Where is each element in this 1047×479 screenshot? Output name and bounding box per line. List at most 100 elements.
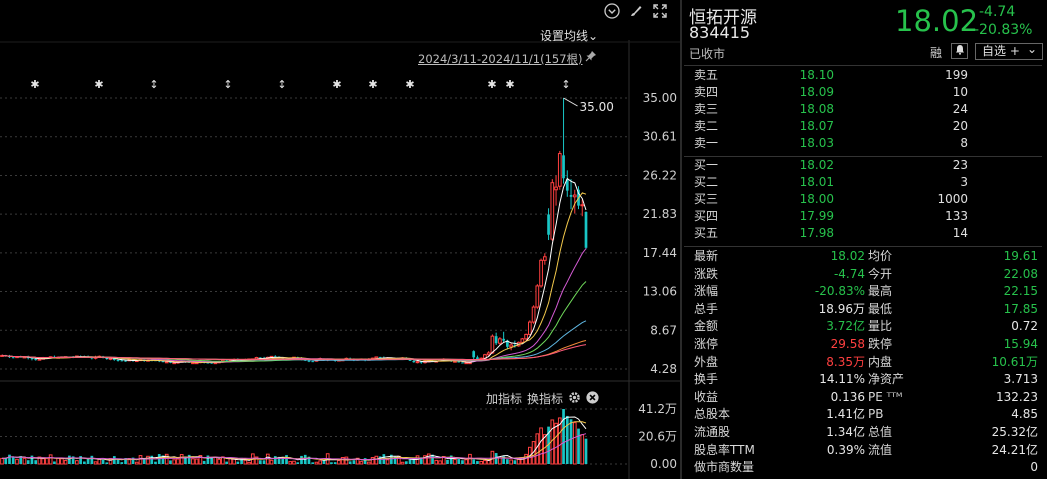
volume-bar <box>236 461 240 464</box>
volume-bar <box>562 409 565 464</box>
price-axis-label: 13.06 <box>643 285 677 299</box>
volume-bar <box>258 460 262 464</box>
volume-bar <box>498 457 502 465</box>
price-axis-label: 26.22 <box>643 168 677 182</box>
volume-bar <box>93 461 98 465</box>
add-indicator-button[interactable]: 加指标 <box>486 390 522 407</box>
volume-bar <box>206 455 210 464</box>
volume-bar <box>146 455 150 465</box>
kline-chart-area[interactable]: 35.00 30.61 26.22 21.83 17.44 13.06 8.67 4.28 41… <box>0 0 680 479</box>
stat-value: 0.39% <box>826 442 865 457</box>
stat-label: 股息率TTM <box>694 442 755 457</box>
ma10-line <box>1 192 587 363</box>
candle-body <box>490 335 495 354</box>
kline-chart[interactable]: 35.00 30.61 26.22 21.83 17.44 13.06 8.67 4.28 41… <box>0 0 680 479</box>
price-axis-label: 30.61 <box>643 130 677 144</box>
ask-row[interactable]: 卖五 18.10 199 <box>682 67 1042 84</box>
event-marker: ✱ <box>30 78 39 91</box>
volume-bar <box>453 458 457 465</box>
volume-bar <box>509 459 513 465</box>
ask-price: 18.09 <box>799 85 834 99</box>
candle-body <box>311 361 315 363</box>
gear-icon[interactable] <box>568 391 581 407</box>
volume-bar <box>476 461 479 464</box>
stat-label: 内盘 <box>868 354 893 369</box>
volume-ma10-line <box>1 421 587 461</box>
volume-bar <box>288 461 293 465</box>
volume-bar <box>539 427 543 465</box>
volume-bar <box>4 457 8 464</box>
event-marker: ✱ <box>94 78 103 91</box>
price-axis-label: 4.28 <box>650 362 677 376</box>
bid-row[interactable]: 买五 17.98 14 <box>682 225 1042 242</box>
volume-bar <box>374 455 379 465</box>
ask-row[interactable]: 卖二 18.07 20 <box>682 118 1042 135</box>
volume-bar <box>554 422 558 465</box>
stat-label: 总股本 <box>694 407 731 422</box>
candle-body <box>164 361 169 364</box>
volume-group <box>0 409 588 465</box>
last-price: 18.02 <box>895 4 979 38</box>
chevron-down-circle-icon[interactable] <box>603 3 621 21</box>
close-circle-icon[interactable] <box>586 391 599 407</box>
ask-row[interactable]: 卖三 18.08 24 <box>682 101 1042 118</box>
price-change-pct: -20.83% <box>974 22 1033 38</box>
volume-bar <box>479 460 484 465</box>
stat-value: 25.32亿 <box>991 425 1038 439</box>
volume-bar <box>337 459 341 465</box>
ma-setting-button[interactable]: 设置均线⌄ <box>540 27 598 44</box>
stat-value: 0.72 <box>1011 319 1038 334</box>
margin-badge: 融 <box>930 46 943 60</box>
stat-value: 3.72亿 <box>826 319 865 334</box>
volume-bar <box>169 460 172 464</box>
stat-value: 132.23 <box>996 389 1038 404</box>
stat-value: 29.58 <box>830 337 865 351</box>
stat-label: 均价 <box>868 249 893 263</box>
ma5-line <box>1 177 587 363</box>
price-axis-label: 17.44 <box>643 246 677 260</box>
bell-icon[interactable] <box>951 43 968 59</box>
candle-body <box>34 359 38 361</box>
brush-icon[interactable] <box>627 3 645 21</box>
pin-icon[interactable] <box>585 50 597 65</box>
date-range-link[interactable]: 2024/3/11-2024/11/1(157根) <box>418 51 583 67</box>
stat-row: 金额 3.72亿 量比 0.72 <box>682 318 1042 335</box>
add-watchlist-button[interactable]: 自选 + ⌄ <box>975 42 1043 60</box>
ask-row[interactable]: 卖四 18.09 10 <box>682 84 1042 101</box>
volume-bar <box>400 461 405 465</box>
bid-price: 18.02 <box>799 158 834 172</box>
bid-row[interactable]: 买三 18.00 1000 <box>682 191 1042 208</box>
volume-bar <box>134 461 139 465</box>
stat-label: 今开 <box>868 266 893 281</box>
stat-value: 22.08 <box>1003 266 1038 281</box>
volume-bar <box>281 458 285 464</box>
bid-row[interactable]: 买一 18.02 23 <box>682 157 1042 174</box>
stat-row: 涨停 29.58 跌停 15.94 <box>682 336 1042 353</box>
volume-bar <box>176 458 180 465</box>
ask-price: 18.08 <box>799 102 834 116</box>
volume-bar <box>333 462 337 464</box>
stat-label: 总手 <box>694 301 719 316</box>
ask-volume: 24 <box>952 102 968 116</box>
bid-volume: 23 <box>952 158 968 172</box>
ask-volume: 20 <box>952 119 968 133</box>
stat-value: 15.94 <box>1003 337 1038 351</box>
stat-value: 8.35万 <box>826 354 865 369</box>
stat-label: 金额 <box>694 319 719 334</box>
switch-indicator-button[interactable]: 换指标 <box>527 390 563 407</box>
bid-row[interactable]: 买二 18.01 3 <box>682 174 1042 191</box>
ask-price: 18.03 <box>799 136 834 150</box>
candle-body <box>116 359 120 361</box>
price-axis-label: 35.00 <box>643 91 677 105</box>
volume-bar <box>584 438 588 464</box>
volume-bar <box>63 459 68 465</box>
bid-row[interactable]: 买四 17.99 133 <box>682 208 1042 225</box>
price-change: -4.74 <box>979 4 1016 20</box>
ask-row[interactable]: 卖一 18.03 8 <box>682 135 1042 152</box>
volume-bar <box>247 461 251 465</box>
candle-body <box>527 321 532 335</box>
expand-icon[interactable] <box>651 3 669 21</box>
bid-volume: 1000 <box>937 192 968 206</box>
volume-bar <box>404 461 408 464</box>
stat-row: 流通股 1.34亿 总值 25.32亿 <box>682 424 1042 441</box>
